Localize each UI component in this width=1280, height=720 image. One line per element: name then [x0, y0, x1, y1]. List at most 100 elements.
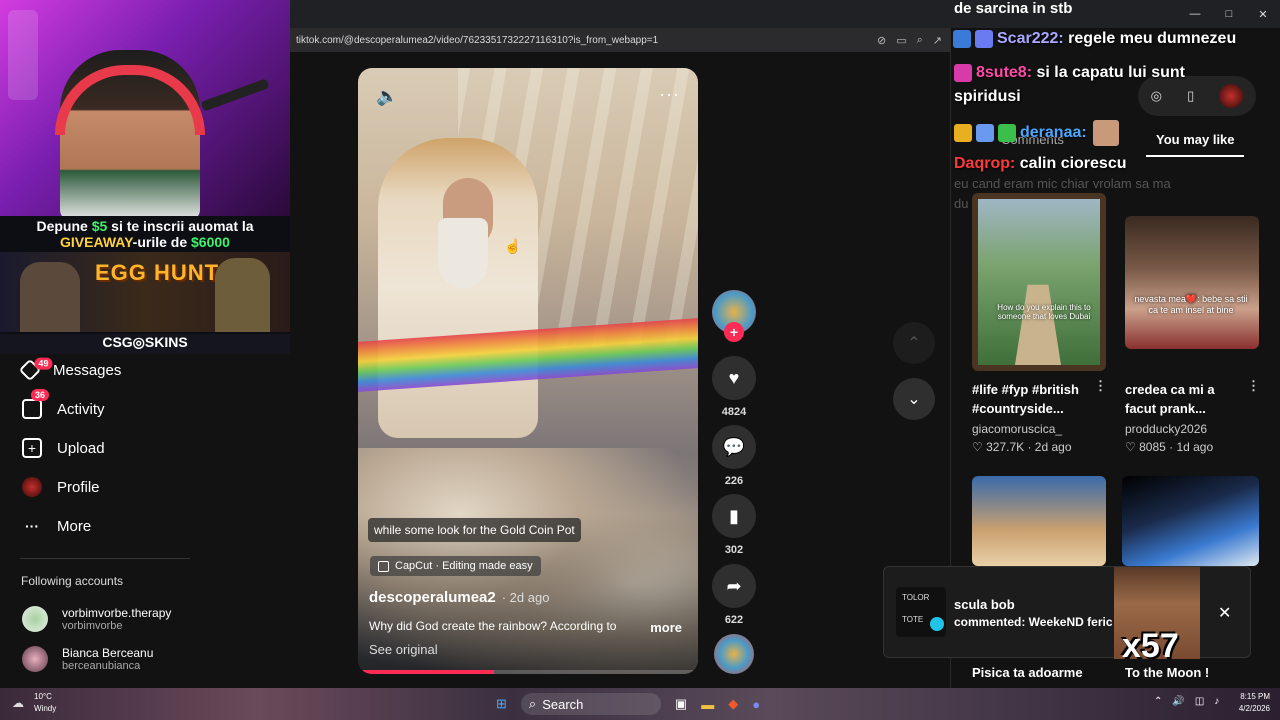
card-title[interactable]: Pisica ta adoarme — [972, 665, 1083, 680]
task-view-icon[interactable]: ▣ — [675, 696, 687, 712]
previous-video-button[interactable]: ⌃ — [893, 322, 935, 364]
taskbar-search[interactable]: ⌕ Search — [520, 693, 661, 715]
following-account[interactable]: vorbimvorbe.therapy vorbimvorbe — [22, 606, 171, 632]
maximize-button[interactable]: □ — [1212, 0, 1246, 28]
comment-count: 226 — [724, 475, 744, 487]
capcut-link[interactable]: CapCut · Editing made easy — [370, 556, 541, 576]
url-text[interactable]: tiktok.com/@descoperalumea2/video/762335… — [290, 35, 877, 46]
video-player[interactable]: 🔈 ··· ☝ while some look for the Gold Coi… — [358, 68, 698, 674]
card-author[interactable]: giacomoruscica_ — [972, 422, 1062, 436]
address-bar[interactable]: tiktok.com/@descoperalumea2/video/762335… — [290, 28, 950, 52]
cast-icon[interactable]: ▭ — [896, 34, 906, 47]
sidebar-item-more[interactable]: ··· More — [22, 512, 91, 540]
sidebar-item-label: Profile — [57, 478, 100, 496]
comment-notification[interactable]: TOLOR TOTE scula bob commented: WeekeND … — [883, 566, 1251, 665]
more-options-icon[interactable]: ⋮ — [1094, 378, 1107, 394]
chat-text: spiridusi — [954, 88, 1021, 105]
chat-bubble-icon — [930, 617, 944, 631]
chevron-down-icon: ⌄ — [907, 391, 921, 408]
chat-message: Daqrop: calin ciorescu — [954, 155, 1127, 173]
card-title[interactable]: #life #fyp #british #countryside... — [972, 380, 1090, 418]
video-thumbnail[interactable] — [1122, 476, 1259, 566]
close-window-button[interactable]: ✕ — [1246, 0, 1280, 28]
user-avatar[interactable] — [1219, 84, 1244, 108]
thumbnail-text: How do you explain this to someone that … — [997, 303, 1091, 321]
volume-tray-icon[interactable]: 🔊 — [1172, 696, 1184, 707]
account-name: Bianca Berceanu — [62, 646, 154, 660]
speaker-icon[interactable]: ♪ — [1214, 696, 1219, 707]
emote-icon — [953, 30, 971, 48]
chat-message: de sarcina in stb — [954, 0, 1073, 17]
windows-start-icon[interactable]: ⊞ — [496, 696, 507, 712]
weather-icon[interactable]: ☁ — [12, 696, 24, 710]
promo-giveaway: GIVEAWAY — [60, 234, 133, 250]
activity-icon: 36 — [22, 389, 50, 419]
discord-icon[interactable]: ● — [752, 697, 760, 712]
tab-you-may-like[interactable]: You may like — [1156, 132, 1235, 147]
sidebar-item-profile[interactable]: Profile — [22, 473, 100, 501]
author-name[interactable]: descoperalumea2 — [369, 589, 496, 606]
share-arrow-icon[interactable]: ➦ — [712, 564, 756, 608]
lamp — [8, 10, 38, 100]
next-video-button[interactable]: ⌄ — [893, 378, 935, 420]
sidebar-item-upload[interactable]: + Upload — [22, 434, 105, 462]
streamer-webcam — [0, 0, 290, 216]
microphone — [200, 78, 270, 112]
close-icon[interactable]: ✕ — [1218, 603, 1231, 623]
file-explorer-icon[interactable]: ▬ — [701, 697, 714, 712]
more-button[interactable]: more — [650, 620, 682, 635]
account-username: vorbimvorbe — [62, 620, 123, 632]
sidebar-item-label: Activity — [57, 400, 105, 418]
see-original-link[interactable]: See original — [369, 642, 438, 657]
video-thumbnail[interactable]: How do you explain this to someone that … — [972, 193, 1106, 371]
chevron-up-icon: ⌃ — [907, 335, 921, 352]
music-disc[interactable] — [714, 634, 754, 674]
volume-icon[interactable]: 🔈 — [376, 86, 398, 107]
active-tab-indicator — [1146, 155, 1244, 157]
video-progress-bar[interactable] — [358, 670, 698, 674]
tracking-off-icon[interactable]: ⊘ — [877, 34, 886, 47]
network-icon[interactable]: ◫ — [1195, 696, 1204, 707]
card-title[interactable]: To the Moon ! — [1125, 665, 1209, 680]
phone-icon[interactable]: ▯ — [1187, 88, 1194, 104]
following-account[interactable]: Bianca Berceanu berceanubianca — [22, 646, 153, 672]
follow-plus-button[interactable]: + — [724, 322, 744, 342]
banner-title: EGG HUNT — [95, 260, 220, 285]
promo-amount: $5 — [91, 218, 108, 234]
card-title[interactable]: credea ca mi a facut prank... — [1125, 380, 1243, 418]
heart-icon[interactable]: ♥ — [712, 356, 756, 400]
chevron-up-icon[interactable]: ⌃ — [1154, 696, 1162, 707]
brave-browser-icon[interactable]: ◆ — [728, 696, 738, 712]
weather-desc[interactable]: Windy — [34, 704, 56, 713]
compass-icon[interactable]: ◎ — [1151, 88, 1162, 104]
sidebar-item-activity[interactable]: 36 Activity — [22, 389, 105, 423]
video-description: Why did God create the rainbow? Accordin… — [369, 619, 617, 633]
card-author[interactable]: prodducky2026 — [1125, 422, 1207, 436]
save-action[interactable]: ▮ 302 — [712, 494, 756, 556]
comment-action[interactable]: 💬 226 — [712, 425, 756, 487]
video-thumbnail[interactable]: nevasta mea❤️: bebe sa stii ca te am ins… — [1125, 216, 1259, 349]
video-author[interactable]: descoperalumea2 · 2d ago — [369, 589, 549, 606]
more-options-icon[interactable]: ··· — [659, 84, 680, 105]
emote-icon — [1092, 120, 1119, 146]
video-thumbnail[interactable] — [972, 476, 1106, 566]
taskbar-apps: ⊞ ⌕ Search ▣ ▬ ◆ ● — [496, 692, 760, 716]
clock-time[interactable]: 8:15 PM — [1236, 692, 1270, 701]
promo-line-1: Depune $5 si te inscrii auomat la — [0, 216, 290, 234]
weather-temp[interactable]: 10°C — [34, 692, 52, 701]
clock-date[interactable]: 4/2/2026 — [1232, 704, 1270, 713]
emote-icon — [954, 64, 972, 82]
reaction-multiplier: x57 — [1122, 627, 1179, 665]
comment-icon[interactable]: 💬 — [712, 425, 756, 469]
chat-message: deranaa: — [954, 120, 1123, 146]
bookmark-icon[interactable]: ▮ — [712, 494, 756, 538]
minimize-button[interactable]: — — [1178, 0, 1212, 28]
sidebar-item-messages[interactable]: 49 Messages — [18, 356, 121, 384]
share-action[interactable]: ➦ 622 — [712, 564, 756, 626]
sidebar-item-label: More — [57, 517, 92, 535]
zoom-icon[interactable]: ⌕ — [917, 34, 923, 47]
more-options-icon[interactable]: ⋮ — [1247, 378, 1260, 394]
share-icon[interactable]: ↗ — [933, 34, 942, 47]
profile-icon — [22, 477, 42, 497]
like-action[interactable]: ♥ 4824 — [712, 356, 756, 418]
